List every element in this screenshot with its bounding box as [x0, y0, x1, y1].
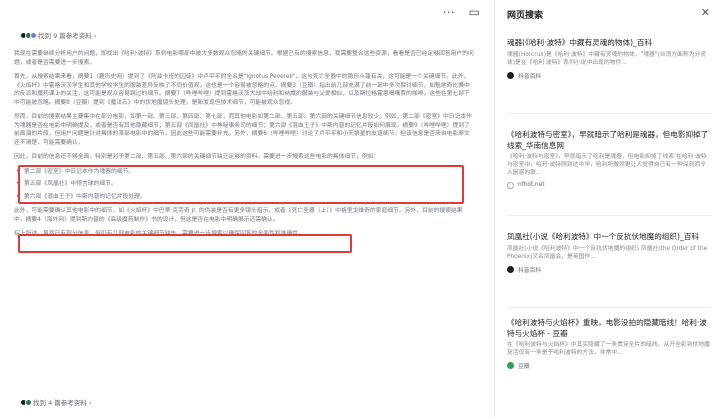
paragraph: 因此，目前的信息还不够全面，特别是对于第二部、第五部、第六部的关键细节缺乏足够的… [14, 154, 380, 160]
references-label: 找到 4 篇参考资料 › [33, 399, 92, 407]
more-icon[interactable]: ⋯ [443, 6, 455, 18]
result-snippet: 魂器(Horcrux)是《哈利·波特》中藏有灵魂的物体，"魂器"(台湾方面称为分… [507, 51, 707, 66]
source-name: 豆瓣 [518, 364, 530, 371]
result-source: 抖音百科 [507, 71, 711, 80]
source-name: 抖音百科 [518, 73, 542, 80]
douyin-icon [507, 265, 514, 273]
result-snippet: 凤凰社(小说《哈利波特》中一个反抗伏地魔的组织) 凤凰社(the Order o… [507, 245, 708, 260]
paragraph: 首先，从搜索结果来看，摘要1（趣历史网）提到了《阿兹卡班的囚徒》中卢平平的全名是… [14, 74, 470, 106]
paragraph: 然而，目前的搜索结果主要集中在部分电影，如第一部、第三部、第四部、第七部，而其他… [14, 114, 472, 146]
reference-source-icons [20, 31, 37, 39]
highlight-box [18, 234, 352, 253]
top-toolbar: ⋯ ▭ [443, 6, 480, 18]
card-divider [507, 113, 711, 114]
source-icon [30, 31, 37, 39]
card-divider [507, 307, 711, 308]
web-search-sidebar: 网页搜索 ✕ 魂器(《哈利·波特》中藏有灵魂的物体)_百科 魂器(Horcrux… [495, 0, 720, 417]
result-title[interactable]: 凤凰社(小说《哈利波特》中一个反抗伏地魔的组织)_百科 [507, 232, 711, 243]
search-result-card[interactable]: 《哈利波特与密室》，早就暗示了哈利是魂器，但电影抑掉了线索_华南信息网 《哈利·… [507, 130, 711, 189]
source-name: 抖音百科 [518, 267, 542, 274]
highlight-box [18, 165, 464, 204]
result-source: 豆瓣 [507, 361, 711, 370]
douban-icon [507, 362, 514, 370]
references-top[interactable]: 找到 9 篇参考资料 › [20, 30, 96, 40]
thinking-content: 我现在需要继续分析用户的问题，即找出《哈利·波特》系列电影哪部中被大多数观众忽略… [14, 50, 474, 245]
sidebar-title: 网页搜索 [507, 11, 544, 21]
search-result-card[interactable]: 凤凰社(小说《哈利波特》中一个反抗伏地魔的组织)_百科 凤凰社(小说《哈利波特》… [507, 232, 711, 274]
nfhot-icon [507, 181, 514, 189]
reference-source-icons [20, 398, 32, 406]
source-icon [25, 398, 32, 406]
paragraph: 我现在需要继续分析用户的问题，即找出《哈利·波特》系列电影哪部中被大多数观众忽略… [14, 51, 474, 66]
card-divider [507, 215, 711, 216]
paragraph: 此外，可能需要确认其他电影中的细节，如《火焰杯》中巴蒂·克劳奇 Jr. 的伪装是… [14, 208, 463, 223]
search-result-card[interactable]: 魂器(《哈利·波特》中藏有灵魂的物体)_百科 魂器(Horcrux)是《哈利·波… [507, 38, 711, 80]
search-result-card[interactable]: 《哈利波特与火焰杯》重映，电影没拍的隐藏暗线！哈利·波特与火焰杯 - 豆瓣 在《… [507, 318, 711, 370]
result-snippet: 《哈利·波特与密室》，早就暗示了哈利是魂器，但电影抑掉了线索 在哈利·波特与密室… [507, 154, 707, 177]
douyin-icon [507, 71, 514, 79]
close-icon[interactable]: ✕ [701, 6, 710, 19]
result-snippet: 在《哈利波特与火焰杯》中其实隐藏了一条贯穿全片的暗线。从开全影到伏地魔复活仅有一… [507, 342, 710, 357]
sidebar-toggle-icon[interactable]: ▭ [469, 6, 480, 18]
source-name: nfhot.net [518, 182, 545, 189]
result-title[interactable]: 《哈利波特与密室》，早就暗示了哈利是魂器，但电影抑掉了线索_华南信息网 [507, 130, 711, 151]
chat-panel: ⋯ ▭ 找到 9 篇参考资料 › 我现在需要继续分析用户的问题，即找出《哈利·波… [0, 0, 494, 417]
result-title[interactable]: 魂器(《哈利·波特》中藏有灵魂的物体)_百科 [507, 38, 711, 49]
result-title[interactable]: 《哈利波特与火焰杯》重映，电影没拍的隐藏暗线！哈利·波特与火焰杯 - 豆瓣 [507, 318, 711, 339]
result-source: nfhot.net [507, 181, 711, 189]
references-bottom[interactable]: 找到 4 篇参考资料 › [20, 397, 91, 407]
references-label: 找到 9 篇参考资料 › [38, 32, 97, 40]
result-source: 抖音百科 [507, 265, 711, 274]
